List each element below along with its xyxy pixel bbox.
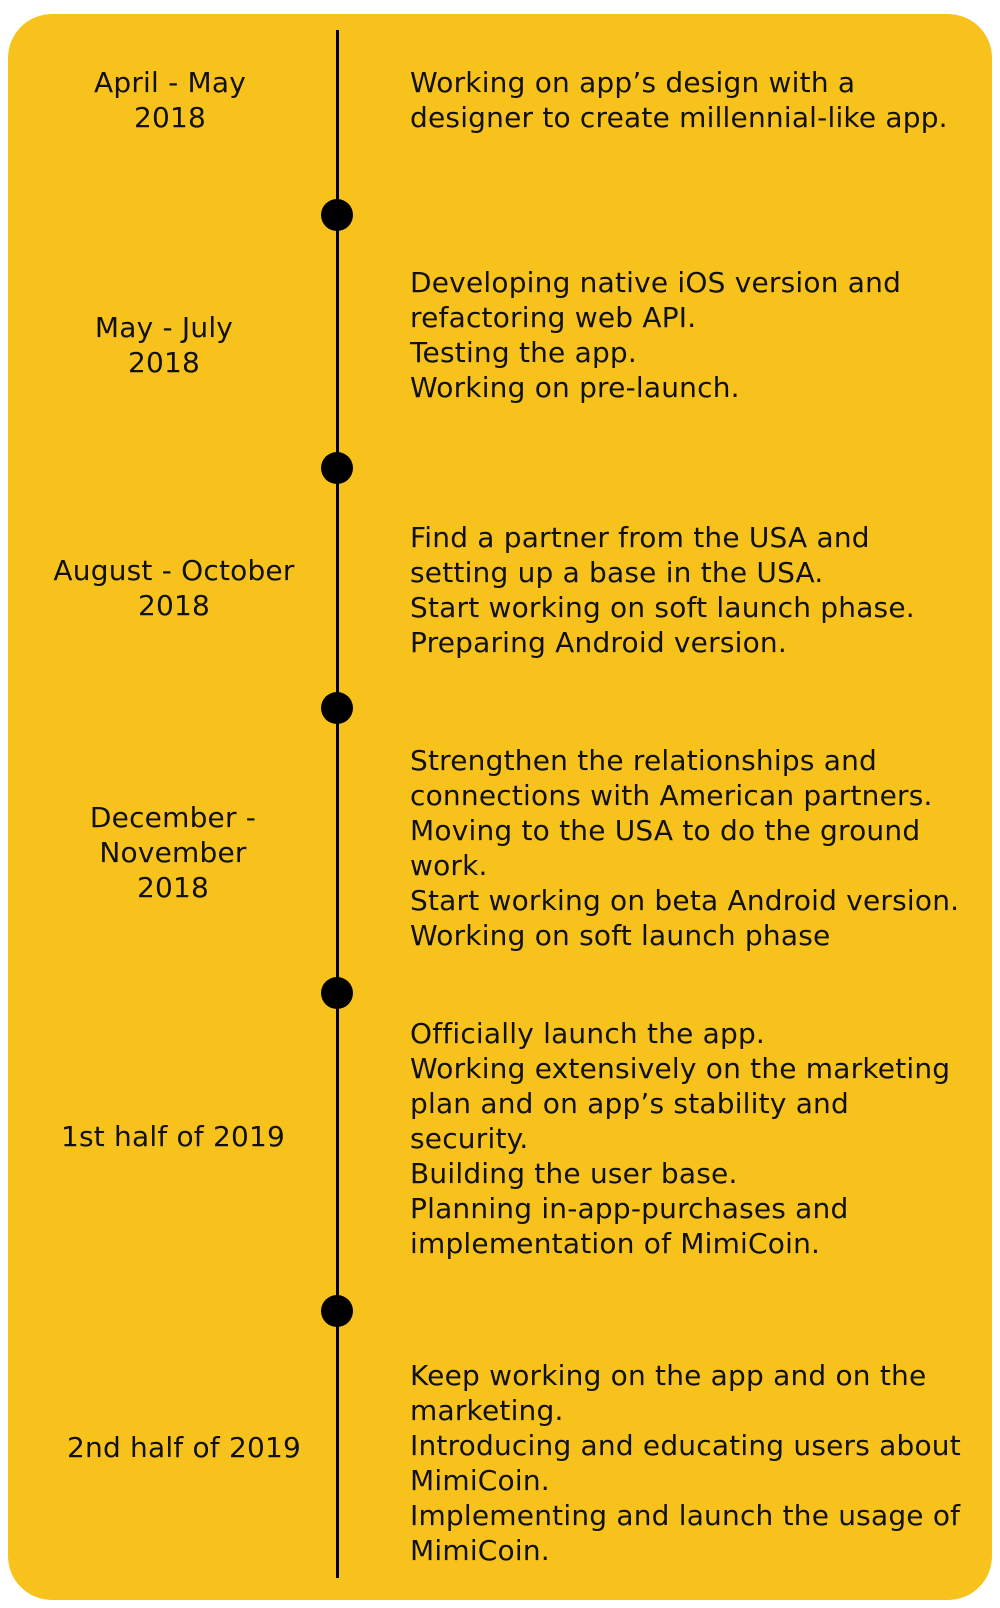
period-line: 1st half of 2019	[60, 1120, 286, 1153]
timeline-period: August - October 2018	[14, 553, 334, 623]
description-line: Implementing and launch the usage of	[410, 1499, 961, 1532]
description-line: Working on pre-launch.	[410, 371, 740, 404]
description-line: work.	[410, 849, 488, 882]
milestone-dot	[321, 692, 353, 724]
description-line: Developing native iOS version and	[410, 266, 902, 299]
period-line: 2018	[127, 346, 201, 379]
description-line: Working on app’s design with a	[410, 66, 856, 99]
description-line: Working extensively on the marketing	[410, 1052, 951, 1085]
period-line: November	[99, 836, 247, 869]
timeline-period: May - July 2018	[4, 310, 324, 380]
description-line: Officially launch the app.	[410, 1017, 766, 1050]
milestone-dot	[321, 199, 353, 231]
timeline-description: Working on app’s design with a designer …	[410, 65, 980, 135]
description-line: Keep working on the app and on the	[410, 1359, 927, 1392]
description-line: Preparing Android version.	[410, 626, 787, 659]
description-line: marketing.	[410, 1394, 564, 1427]
description-line: MimiCoin.	[410, 1534, 550, 1567]
description-line: Building the user base.	[410, 1157, 738, 1190]
period-line: 2018	[136, 871, 210, 904]
description-line: Planning in-app-purchases and	[410, 1192, 849, 1225]
timeline-description: Strengthen the relationships and connect…	[410, 743, 980, 953]
timeline-axis	[336, 30, 339, 1578]
timeline-description: Developing native iOS version and refact…	[410, 265, 980, 405]
description-line: Start working on soft launch phase.	[410, 591, 915, 624]
timeline-period: 1st half of 2019	[13, 1119, 333, 1154]
period-line: 2nd half of 2019	[66, 1431, 302, 1464]
description-line: Working on soft launch phase	[410, 919, 831, 952]
period-line: 2018	[133, 101, 207, 134]
milestone-dot	[321, 977, 353, 1009]
description-line: Strengthen the relationships and	[410, 744, 877, 777]
description-line: MimiCoin.	[410, 1464, 550, 1497]
milestone-dot	[321, 1295, 353, 1327]
description-line: setting up a base in the USA.	[410, 556, 824, 589]
description-line: connections with American partners.	[410, 779, 933, 812]
period-line: May - July	[94, 311, 234, 344]
description-line: Introducing and educating users about	[410, 1429, 961, 1462]
timeline-description: Find a partner from the USA and setting …	[410, 520, 980, 660]
description-line: security.	[410, 1122, 529, 1155]
timeline-period: December - November 2018	[13, 800, 333, 905]
period-line: 2018	[137, 589, 211, 622]
description-line: implementation of MimiCoin.	[410, 1227, 821, 1260]
description-line: designer to create millennial-like app.	[410, 101, 948, 134]
description-line: refactoring web API.	[410, 301, 697, 334]
timeline-period: 2nd half of 2019	[24, 1430, 344, 1465]
milestone-dot	[321, 452, 353, 484]
period-line: April - May	[94, 66, 246, 99]
description-line: Find a partner from the USA and	[410, 521, 870, 554]
description-line: Moving to the USA to do the ground	[410, 814, 921, 847]
period-line: August - October	[53, 554, 295, 587]
description-line: Start working on beta Android version.	[410, 884, 960, 917]
period-line: December -	[89, 801, 257, 834]
description-line: plan and on app’s stability and	[410, 1087, 849, 1120]
description-line: Testing the app.	[410, 336, 637, 369]
timeline-description: Officially launch the app. Working exten…	[410, 1016, 980, 1261]
timeline-description: Keep working on the app and on the marke…	[410, 1358, 980, 1568]
timeline-period: April - May 2018	[10, 65, 330, 135]
